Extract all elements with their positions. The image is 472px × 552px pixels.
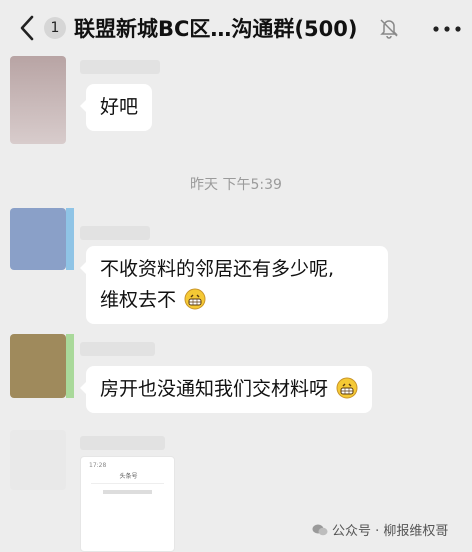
- wechat-icon: [312, 524, 328, 536]
- message-timestamp: 昨天 下午5:39: [190, 177, 282, 193]
- chat-title: 联盟新城BC区…沟通群(500): [74, 17, 358, 41]
- image-preview-time: 17:28: [89, 462, 107, 469]
- watermark-text: 公众号 · 柳报维权哥: [332, 524, 449, 539]
- message-text: 好吧: [100, 96, 139, 118]
- image-message[interactable]: 17:28 头条号: [80, 456, 175, 552]
- message-text: 房开也没通知我们交材料呀: [100, 378, 329, 400]
- message-text: 维权去不: [100, 289, 177, 311]
- message-text: 不收资料的邻居还有多少呢,: [100, 258, 335, 280]
- image-preview-divider: [91, 483, 164, 484]
- sender-name-blurred: [80, 436, 165, 450]
- message-bubble[interactable]: 不收资料的邻居还有多少呢, 维权去不: [80, 246, 388, 324]
- message-bubble[interactable]: 好吧: [79, 84, 153, 131]
- grin-emoji-icon: [336, 377, 358, 399]
- sender-avatar[interactable]: [10, 334, 66, 398]
- image-preview-text-blur: [103, 490, 152, 494]
- chevron-left-icon[interactable]: [16, 14, 40, 42]
- more-dots-icon[interactable]: [432, 26, 462, 32]
- sender-avatar[interactable]: [10, 430, 66, 490]
- image-preview-title: 头条号: [119, 473, 138, 480]
- sender-name-blurred: [80, 342, 155, 356]
- sender-name-blurred: [80, 226, 150, 240]
- grin-emoji-icon: [184, 288, 206, 310]
- sender-name-blurred: [80, 60, 160, 74]
- avatar-edge: [66, 208, 74, 270]
- avatar-edge: [66, 334, 74, 398]
- sender-avatar[interactable]: [10, 208, 66, 270]
- sender-avatar[interactable]: [10, 56, 66, 144]
- message-bubble[interactable]: 房开也没通知我们交材料呀: [79, 366, 373, 413]
- watermark: 公众号 · 柳报维权哥: [312, 520, 448, 539]
- message-text-line2: 维权去不: [100, 285, 374, 316]
- unread-badge[interactable]: 1: [44, 17, 66, 39]
- chat-header: 1 联盟新城BC区…沟通群(500): [0, 0, 472, 56]
- bell-off-icon: [380, 19, 398, 39]
